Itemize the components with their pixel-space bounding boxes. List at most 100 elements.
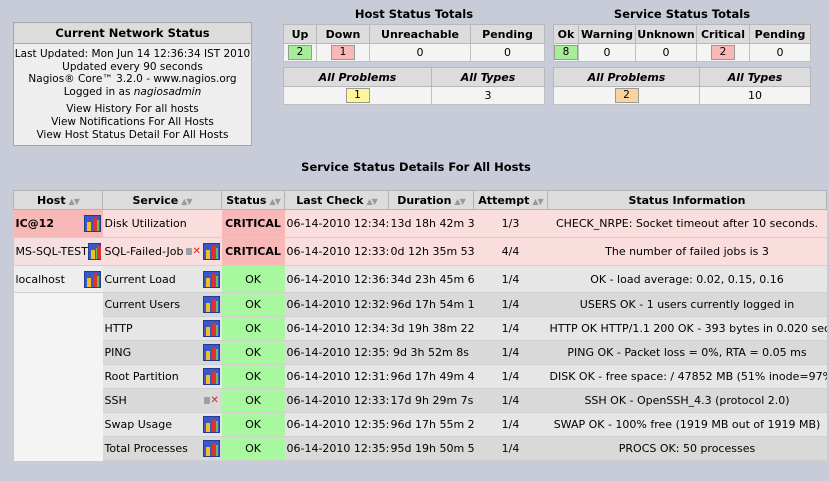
graph-icon[interactable] [83,270,101,288]
attempt: 1/4 [473,340,548,365]
status-info: SWAP OK - 100% free (1919 MB out of 1919… [547,412,827,437]
attempt: 1/4 [473,292,548,317]
service-column-header[interactable]: Service ▲▼ [102,190,222,210]
attempt-column-header[interactable]: Attempt ▲▼ [473,190,548,210]
muted-notification-icon[interactable] [184,243,202,260]
host-all-types-header[interactable]: All Types [431,67,545,87]
host-down-header[interactable]: Down [316,24,370,44]
host-link[interactable]: MS-SQL-TEST [16,245,88,258]
service-link[interactable]: Root Partition [105,370,179,383]
graph-icon[interactable] [202,243,220,260]
sort-arrows-icon[interactable]: ▲▼ [181,197,192,206]
sort-arrows-icon[interactable]: ▲▼ [269,197,280,206]
host-pending-header[interactable]: Pending [470,24,545,44]
host-all-problems-header[interactable]: All Problems [283,67,432,87]
service-all-types-count[interactable]: 10 [699,86,811,105]
service-link[interactable]: Total Processes [105,442,188,455]
view-host-status-link[interactable]: View Host Status Detail For All Hosts [14,129,251,142]
service-all-problems-count[interactable]: 2 [614,88,639,103]
status-badge: OK [221,265,285,293]
host-link[interactable]: IC@12 [16,217,54,230]
duration: 96d 17h 49m 49s [388,364,474,389]
duration: 13d 18h 42m 38s [388,209,474,238]
duration: 34d 23h 45m 6s [388,265,474,293]
status-column-header[interactable]: Status ▲▼ [221,190,285,210]
muted-notification-icon[interactable] [202,392,220,409]
last-check: 06-14-2010 12:31:53 [284,364,389,389]
host-pending-count[interactable]: 0 [470,43,545,62]
service-link[interactable]: SQL-Failed-Job [105,245,184,258]
service-all-types-header[interactable]: All Types [699,67,811,87]
last-check-column-header[interactable]: Last Check ▲▼ [284,190,389,210]
host-link[interactable]: localhost [16,273,65,286]
host-unreachable-header[interactable]: Unreachable [369,24,471,44]
graph-icon[interactable] [83,215,101,232]
service-link[interactable]: PING [105,346,132,359]
service-link[interactable]: Disk Utilization [102,209,222,238]
host-column-header[interactable]: Host ▲▼ [13,190,103,210]
service-link[interactable]: SSH [105,394,127,407]
service-unknown-header[interactable]: Unknown [635,24,697,44]
duration: 3d 19h 38m 22s [388,316,474,341]
service-pending-count[interactable]: 0 [749,43,811,62]
graph-icon[interactable] [202,320,220,337]
last-check: 06-14-2010 12:34:32 [284,209,389,238]
status-info: HTTP OK HTTP/1.1 200 OK - 393 bytes in 0… [547,316,827,341]
service-ok-header[interactable]: Ok [553,24,579,44]
logged-in-text: Logged in as nagiosadmin [63,85,202,98]
attempt: 1/3 [473,209,548,238]
status-badge: OK [221,436,285,461]
service-all-problems-header[interactable]: All Problems [553,67,700,87]
graph-icon[interactable] [202,416,220,433]
host-all-problems-count[interactable]: 1 [345,88,370,103]
service-link[interactable]: Swap Usage [105,418,172,431]
attempt: 1/4 [473,364,548,389]
status-info: SSH OK - OpenSSH_4.3 (protocol 2.0) [547,388,827,413]
status-badge: OK [221,388,285,413]
service-ok-count[interactable]: 8 [554,45,578,60]
service-warning-header[interactable]: Warning [578,24,636,44]
host-all-types-count[interactable]: 3 [431,86,545,105]
last-check: 06-14-2010 12:36:20 [284,265,389,293]
service-link[interactable]: HTTP [105,322,133,335]
graph-icon[interactable] [202,270,220,288]
service-critical-header[interactable]: Critical [696,24,750,44]
service-unknown-count[interactable]: 0 [635,43,697,62]
status-badge: OK [221,340,285,365]
username: nagiosadmin [133,85,202,98]
service-details-table: Host ▲▼ Service ▲▼ Status ▲▼ Last Check ▲▼ D… [13,190,827,461]
table-row: Total Processes OK 06-14-2010 12:35:47 9… [13,436,827,461]
sort-arrows-icon[interactable]: ▲▼ [69,197,80,206]
status-info: CHECK_NRPE: Socket timeout after 10 seco… [547,209,827,238]
host-up-header[interactable]: Up [283,24,317,44]
sort-arrows-icon[interactable]: ▲▼ [366,197,377,206]
graph-icon[interactable] [87,243,101,260]
status-info: The number of failed jobs is 3 [547,237,827,266]
host-down-count[interactable]: 1 [331,45,355,60]
table-row: IC@12 Disk Utilization CRITICAL 06-14-20… [13,209,827,238]
sort-arrows-icon[interactable]: ▲▼ [532,197,543,206]
view-notifications-link[interactable]: View Notifications For All Hosts [14,116,251,129]
network-status-title: Current Network Status [14,23,251,44]
view-history-link[interactable]: View History For all hosts [14,103,251,116]
last-check: 06-14-2010 12:32:59 [284,292,389,317]
host-unreachable-count[interactable]: 0 [369,43,471,62]
service-link[interactable]: Current Users [105,298,181,311]
host-up-count[interactable]: 2 [288,45,312,60]
attempt: 1/4 [473,412,548,437]
service-pending-header[interactable]: Pending [749,24,811,44]
last-check: 06-14-2010 12:33:41 [284,237,389,266]
graph-icon[interactable] [202,344,220,361]
service-warning-count[interactable]: 0 [578,43,636,62]
status-badge: CRITICAL [221,237,285,266]
duration-column-header[interactable]: Duration ▲▼ [388,190,474,210]
graph-icon[interactable] [202,440,220,457]
sort-arrows-icon[interactable]: ▲▼ [454,197,465,206]
graph-icon[interactable] [202,368,220,385]
attempt: 1/4 [473,265,548,293]
graph-icon[interactable] [202,296,220,313]
duration: 95d 19h 50m 56s [388,436,474,461]
service-link[interactable]: Current Load [105,273,176,286]
status-badge: OK [221,316,285,341]
service-critical-count[interactable]: 2 [711,45,735,60]
